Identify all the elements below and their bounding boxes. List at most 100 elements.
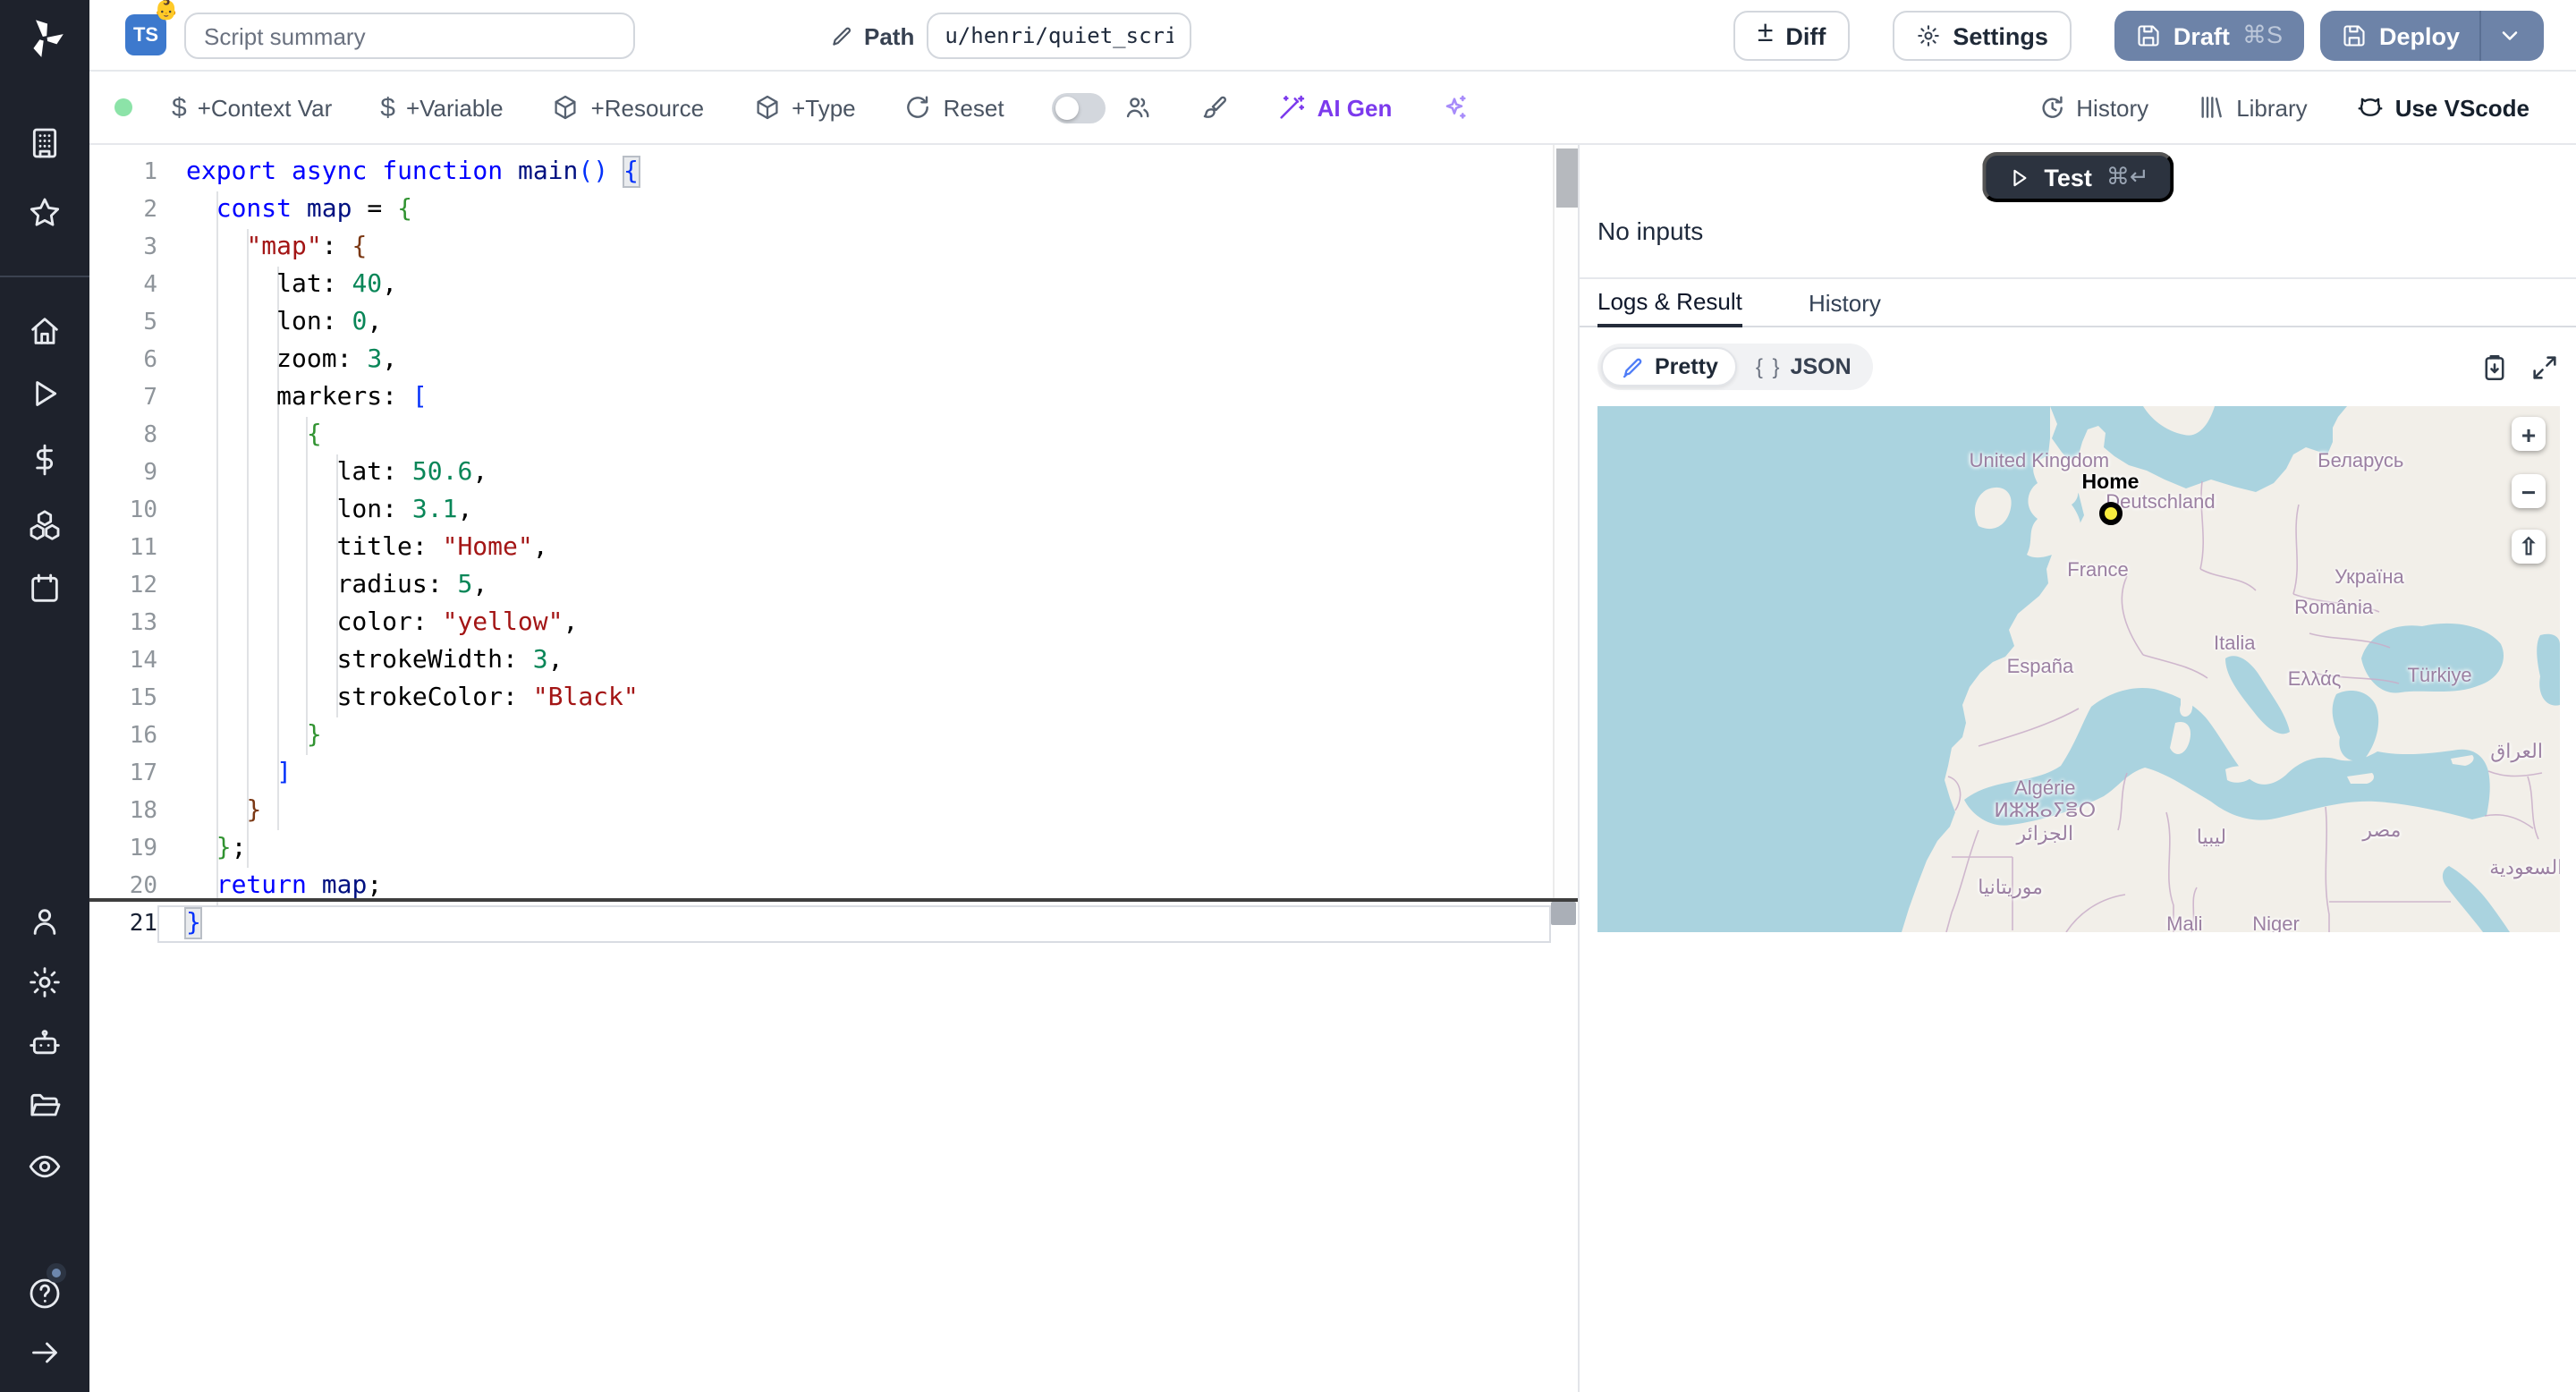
line-number: 17 — [129, 760, 157, 787]
code-line[interactable]: 16 } — [89, 717, 1551, 755]
line-number: 21 — [129, 911, 157, 938]
line-number: 9 — [143, 460, 157, 487]
code-line[interactable]: 15 strokeColor: "Black" — [89, 680, 1551, 717]
recenter-button[interactable]: ⇧ — [2512, 530, 2546, 564]
code-line[interactable]: 1 export async function main() { — [89, 154, 1551, 191]
map-label: United Kingdom — [1969, 450, 2110, 472]
code-line[interactable]: 12 radius: 5, — [89, 567, 1551, 605]
code-line[interactable]: 2 const map = { — [89, 191, 1551, 229]
line-number: 2 — [143, 197, 157, 224]
status-dot — [114, 98, 132, 116]
add-type-button[interactable]: +Type — [752, 93, 856, 122]
code-line[interactable]: 19 }; — [89, 830, 1551, 868]
boxes-icon[interactable] — [27, 506, 63, 542]
main-area: TS 👶 Path ± Diff Settings — [89, 0, 2576, 1392]
code-line[interactable]: 18 } — [89, 793, 1551, 830]
code-editor[interactable]: 1 export async function main() {2 const m… — [89, 145, 1578, 1392]
save-icon — [2343, 25, 2365, 47]
map-label: العراق — [2490, 741, 2543, 763]
settings-button[interactable]: Settings — [1892, 11, 2072, 61]
chevron-down-icon — [2502, 31, 2518, 40]
result-header: Pretty { } JSON — [1597, 344, 2560, 390]
tab-logs-result[interactable]: Logs & Result — [1597, 279, 1742, 327]
user-icon[interactable] — [27, 904, 63, 939]
expand-icon[interactable] — [2529, 352, 2560, 382]
line-number: 10 — [129, 497, 157, 524]
eye-icon[interactable] — [27, 1149, 63, 1184]
sidebar — [0, 0, 89, 1392]
code-line[interactable]: 8 { — [89, 417, 1551, 454]
calendar-icon[interactable] — [27, 571, 63, 607]
arrow-right-icon[interactable] — [27, 1335, 63, 1371]
map-label: Home — [2081, 471, 2140, 494]
vscode-cat-icon — [2358, 98, 2383, 116]
map-label: España — [2006, 657, 2074, 679]
code-line[interactable]: 3 "map": { — [89, 229, 1551, 267]
code-line[interactable]: 11 title: "Home", — [89, 530, 1551, 567]
json-toggle[interactable]: { } JSON — [1738, 347, 1869, 386]
tab-history[interactable]: History — [1809, 279, 1881, 327]
multiplayer-users-button[interactable] — [1124, 93, 1153, 122]
add-context-var-button[interactable]: $ +Context Var — [172, 94, 332, 121]
code-line[interactable]: 4 lat: 40, — [89, 267, 1551, 304]
home-icon[interactable] — [27, 313, 63, 349]
add-variable-button[interactable]: $ +Variable — [380, 94, 503, 121]
diff-icon: ± — [1757, 18, 1774, 48]
copy-clipboard-icon[interactable] — [2479, 352, 2510, 382]
code-line[interactable]: 13 color: "yellow", — [89, 605, 1551, 642]
panel-splitter[interactable] — [89, 898, 1578, 902]
package-icon — [756, 95, 777, 120]
map-label: ⵍⵣⵣⴰⵢⴻⵔ — [1994, 801, 2097, 823]
play-icon[interactable] — [27, 376, 63, 412]
code-line[interactable]: 7 markers: [ — [89, 379, 1551, 417]
building-icon[interactable] — [27, 125, 63, 161]
pretty-toggle[interactable]: Pretty — [1601, 347, 1738, 386]
map-marker-home[interactable] — [2098, 501, 2123, 525]
zoom-in-button[interactable]: + — [2512, 417, 2546, 451]
robot-icon[interactable] — [27, 1025, 63, 1061]
windmill-logo[interactable] — [21, 16, 68, 63]
format-code-button[interactable] — [1201, 93, 1230, 122]
diff-button[interactable]: ± Diff — [1733, 11, 1850, 61]
app-window: TS 👶 Path ± Diff Settings — [0, 0, 2576, 1392]
zoom-out-button[interactable]: − — [2512, 474, 2546, 508]
draft-button[interactable]: Draft ⌘S — [2114, 11, 2304, 61]
path-input[interactable] — [927, 13, 1192, 59]
star-icon[interactable] — [27, 195, 63, 231]
content-area: 1 export async function main() {2 const m… — [89, 145, 2576, 1392]
ai-sparkles-button[interactable] — [1440, 93, 1469, 122]
library-button[interactable]: Library — [2197, 93, 2308, 122]
code-line[interactable]: 9 lat: 50.6, — [89, 454, 1551, 492]
folder-icon[interactable] — [27, 1088, 63, 1124]
editor-scrollbar[interactable] — [1553, 145, 1578, 898]
scrollbar-thumb[interactable] — [1556, 149, 1578, 208]
line-number: 5 — [143, 310, 157, 336]
code-line[interactable]: 6 zoom: 3, — [89, 342, 1551, 379]
add-resource-button[interactable]: +Resource — [552, 93, 704, 122]
code-line[interactable]: 10 lon: 3.1, — [89, 492, 1551, 530]
reset-button[interactable]: Reset — [904, 93, 1004, 122]
badge-emoji: 👶 — [154, 0, 179, 21]
result-view-toggle: Pretty { } JSON — [1597, 344, 1873, 390]
wand-sparkles-icon — [1280, 95, 1305, 119]
splitter-handle[interactable] — [1551, 902, 1576, 925]
multiplayer-toggle[interactable] — [1052, 92, 1106, 123]
line-number: 3 — [143, 234, 157, 261]
test-button[interactable]: Test ⌘↵ — [1981, 152, 2174, 202]
code-line[interactable]: 17 ] — [89, 755, 1551, 793]
line-number: 11 — [129, 535, 157, 562]
ai-gen-button[interactable]: AI Gen — [1278, 93, 1392, 122]
result-map[interactable]: United Kingdom Беларусь Home Deutschland Fra… — [1597, 406, 2560, 932]
code-line[interactable]: 5 lon: 0, — [89, 304, 1551, 342]
topbar-actions: ± Diff Settings Draft ⌘S Deploy — [1733, 11, 2544, 61]
deploy-button[interactable]: Deploy — [2319, 11, 2544, 61]
history-button[interactable]: History — [2037, 93, 2148, 122]
dollar-icon[interactable] — [27, 442, 63, 478]
code-line[interactable]: 21} — [89, 905, 1551, 943]
line-number: 1 — [143, 159, 157, 186]
gear-icon[interactable] — [27, 964, 63, 1000]
code-line[interactable]: 14 strokeWidth: 3, — [89, 642, 1551, 680]
use-vscode-button[interactable]: Use VScode — [2356, 93, 2529, 122]
summary-input[interactable] — [184, 13, 635, 59]
editor-toolbar: $ +Context Var $ +Variable +Resource +Ty… — [89, 72, 2576, 145]
